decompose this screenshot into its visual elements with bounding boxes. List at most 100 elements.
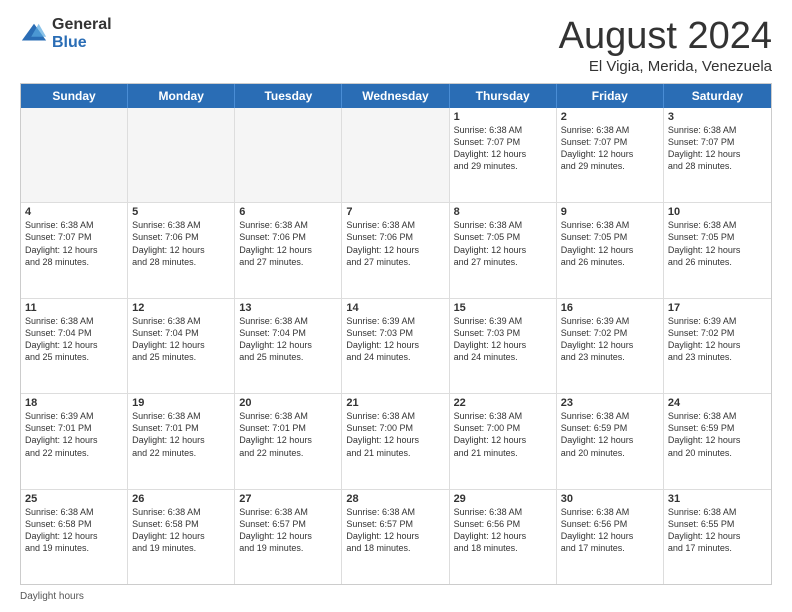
calendar-cell-3-2: 20Sunrise: 6:38 AMSunset: 7:01 PMDayligh… — [235, 394, 342, 488]
cell-info: Sunrise: 6:38 AMSunset: 7:04 PMDaylight:… — [25, 315, 123, 364]
cell-info: Sunrise: 6:38 AMSunset: 7:07 PMDaylight:… — [561, 124, 659, 173]
logo-blue: Blue — [52, 34, 112, 52]
calendar-cell-3-0: 18Sunrise: 6:39 AMSunset: 7:01 PMDayligh… — [21, 394, 128, 488]
calendar-cell-4-0: 25Sunrise: 6:38 AMSunset: 6:58 PMDayligh… — [21, 490, 128, 584]
day-number: 12 — [132, 302, 230, 314]
weekday-header-friday: Friday — [557, 84, 664, 108]
cell-info: Sunrise: 6:39 AMSunset: 7:02 PMDaylight:… — [561, 315, 659, 364]
cell-info: Sunrise: 6:38 AMSunset: 7:06 PMDaylight:… — [132, 219, 230, 268]
page: General Blue August 2024 El Vigia, Merid… — [0, 0, 792, 612]
calendar-cell-4-1: 26Sunrise: 6:38 AMSunset: 6:58 PMDayligh… — [128, 490, 235, 584]
cell-info: Sunrise: 6:38 AMSunset: 7:06 PMDaylight:… — [346, 219, 444, 268]
day-number: 17 — [668, 302, 767, 314]
day-number: 16 — [561, 302, 659, 314]
weekday-header-tuesday: Tuesday — [235, 84, 342, 108]
cell-info: Sunrise: 6:38 AMSunset: 7:05 PMDaylight:… — [668, 219, 767, 268]
day-number: 8 — [454, 206, 552, 218]
day-number: 3 — [668, 111, 767, 123]
cell-info: Sunrise: 6:38 AMSunset: 7:04 PMDaylight:… — [239, 315, 337, 364]
cell-info: Sunrise: 6:39 AMSunset: 7:02 PMDaylight:… — [668, 315, 767, 364]
cell-info: Sunrise: 6:38 AMSunset: 6:59 PMDaylight:… — [668, 410, 767, 459]
cell-info: Sunrise: 6:38 AMSunset: 7:04 PMDaylight:… — [132, 315, 230, 364]
cell-info: Sunrise: 6:38 AMSunset: 7:07 PMDaylight:… — [25, 219, 123, 268]
cell-info: Sunrise: 6:38 AMSunset: 6:56 PMDaylight:… — [561, 506, 659, 555]
day-number: 29 — [454, 493, 552, 505]
calendar-cell-4-2: 27Sunrise: 6:38 AMSunset: 6:57 PMDayligh… — [235, 490, 342, 584]
calendar-cell-1-2: 6Sunrise: 6:38 AMSunset: 7:06 PMDaylight… — [235, 203, 342, 297]
calendar-row-1: 4Sunrise: 6:38 AMSunset: 7:07 PMDaylight… — [21, 203, 771, 298]
calendar-cell-3-6: 24Sunrise: 6:38 AMSunset: 6:59 PMDayligh… — [664, 394, 771, 488]
calendar-cell-0-2 — [235, 108, 342, 202]
day-number: 5 — [132, 206, 230, 218]
calendar-body: 1Sunrise: 6:38 AMSunset: 7:07 PMDaylight… — [21, 108, 771, 584]
cell-info: Sunrise: 6:38 AMSunset: 6:57 PMDaylight:… — [239, 506, 337, 555]
calendar-cell-0-1 — [128, 108, 235, 202]
cell-info: Sunrise: 6:38 AMSunset: 6:59 PMDaylight:… — [561, 410, 659, 459]
logo-icon — [20, 20, 48, 48]
day-number: 25 — [25, 493, 123, 505]
logo-text: General Blue — [52, 16, 112, 51]
calendar: SundayMondayTuesdayWednesdayThursdayFrid… — [20, 83, 772, 585]
weekday-header-sunday: Sunday — [21, 84, 128, 108]
day-number: 2 — [561, 111, 659, 123]
cell-info: Sunrise: 6:38 AMSunset: 6:56 PMDaylight:… — [454, 506, 552, 555]
header-right: August 2024 El Vigia, Merida, Venezuela — [559, 16, 772, 75]
cell-info: Sunrise: 6:38 AMSunset: 7:00 PMDaylight:… — [346, 410, 444, 459]
calendar-cell-0-0 — [21, 108, 128, 202]
day-number: 4 — [25, 206, 123, 218]
cell-info: Sunrise: 6:39 AMSunset: 7:03 PMDaylight:… — [454, 315, 552, 364]
calendar-cell-1-3: 7Sunrise: 6:38 AMSunset: 7:06 PMDaylight… — [342, 203, 449, 297]
calendar-cell-4-6: 31Sunrise: 6:38 AMSunset: 6:55 PMDayligh… — [664, 490, 771, 584]
day-number: 11 — [25, 302, 123, 314]
calendar-row-2: 11Sunrise: 6:38 AMSunset: 7:04 PMDayligh… — [21, 299, 771, 394]
day-number: 1 — [454, 111, 552, 123]
cell-info: Sunrise: 6:38 AMSunset: 6:55 PMDaylight:… — [668, 506, 767, 555]
calendar-cell-1-1: 5Sunrise: 6:38 AMSunset: 7:06 PMDaylight… — [128, 203, 235, 297]
day-number: 24 — [668, 397, 767, 409]
calendar-cell-2-5: 16Sunrise: 6:39 AMSunset: 7:02 PMDayligh… — [557, 299, 664, 393]
cell-info: Sunrise: 6:38 AMSunset: 6:57 PMDaylight:… — [346, 506, 444, 555]
calendar-cell-4-5: 30Sunrise: 6:38 AMSunset: 6:56 PMDayligh… — [557, 490, 664, 584]
day-number: 18 — [25, 397, 123, 409]
cell-info: Sunrise: 6:38 AMSunset: 7:07 PMDaylight:… — [668, 124, 767, 173]
day-number: 14 — [346, 302, 444, 314]
day-number: 21 — [346, 397, 444, 409]
daylight-label: Daylight hours — [20, 591, 84, 602]
month-title: August 2024 — [559, 16, 772, 58]
day-number: 23 — [561, 397, 659, 409]
day-number: 30 — [561, 493, 659, 505]
calendar-header: SundayMondayTuesdayWednesdayThursdayFrid… — [21, 84, 771, 108]
calendar-cell-0-3 — [342, 108, 449, 202]
day-number: 27 — [239, 493, 337, 505]
day-number: 31 — [668, 493, 767, 505]
top-section: General Blue August 2024 El Vigia, Merid… — [20, 16, 772, 75]
calendar-cell-2-4: 15Sunrise: 6:39 AMSunset: 7:03 PMDayligh… — [450, 299, 557, 393]
weekday-header-thursday: Thursday — [450, 84, 557, 108]
footer: Daylight hours — [20, 591, 772, 602]
calendar-cell-1-5: 9Sunrise: 6:38 AMSunset: 7:05 PMDaylight… — [557, 203, 664, 297]
calendar-cell-1-6: 10Sunrise: 6:38 AMSunset: 7:05 PMDayligh… — [664, 203, 771, 297]
cell-info: Sunrise: 6:38 AMSunset: 6:58 PMDaylight:… — [132, 506, 230, 555]
cell-info: Sunrise: 6:38 AMSunset: 7:07 PMDaylight:… — [454, 124, 552, 173]
weekday-header-saturday: Saturday — [664, 84, 771, 108]
day-number: 19 — [132, 397, 230, 409]
calendar-cell-2-0: 11Sunrise: 6:38 AMSunset: 7:04 PMDayligh… — [21, 299, 128, 393]
day-number: 28 — [346, 493, 444, 505]
calendar-cell-4-3: 28Sunrise: 6:38 AMSunset: 6:57 PMDayligh… — [342, 490, 449, 584]
calendar-cell-2-1: 12Sunrise: 6:38 AMSunset: 7:04 PMDayligh… — [128, 299, 235, 393]
calendar-cell-3-5: 23Sunrise: 6:38 AMSunset: 6:59 PMDayligh… — [557, 394, 664, 488]
calendar-cell-2-2: 13Sunrise: 6:38 AMSunset: 7:04 PMDayligh… — [235, 299, 342, 393]
cell-info: Sunrise: 6:38 AMSunset: 7:00 PMDaylight:… — [454, 410, 552, 459]
calendar-cell-3-3: 21Sunrise: 6:38 AMSunset: 7:00 PMDayligh… — [342, 394, 449, 488]
location: El Vigia, Merida, Venezuela — [559, 58, 772, 75]
cell-info: Sunrise: 6:38 AMSunset: 7:01 PMDaylight:… — [132, 410, 230, 459]
calendar-cell-1-0: 4Sunrise: 6:38 AMSunset: 7:07 PMDaylight… — [21, 203, 128, 297]
day-number: 15 — [454, 302, 552, 314]
calendar-cell-0-5: 2Sunrise: 6:38 AMSunset: 7:07 PMDaylight… — [557, 108, 664, 202]
calendar-cell-0-4: 1Sunrise: 6:38 AMSunset: 7:07 PMDaylight… — [450, 108, 557, 202]
cell-info: Sunrise: 6:38 AMSunset: 7:05 PMDaylight:… — [454, 219, 552, 268]
cell-info: Sunrise: 6:38 AMSunset: 7:05 PMDaylight:… — [561, 219, 659, 268]
day-number: 26 — [132, 493, 230, 505]
cell-info: Sunrise: 6:39 AMSunset: 7:03 PMDaylight:… — [346, 315, 444, 364]
calendar-cell-2-3: 14Sunrise: 6:39 AMSunset: 7:03 PMDayligh… — [342, 299, 449, 393]
